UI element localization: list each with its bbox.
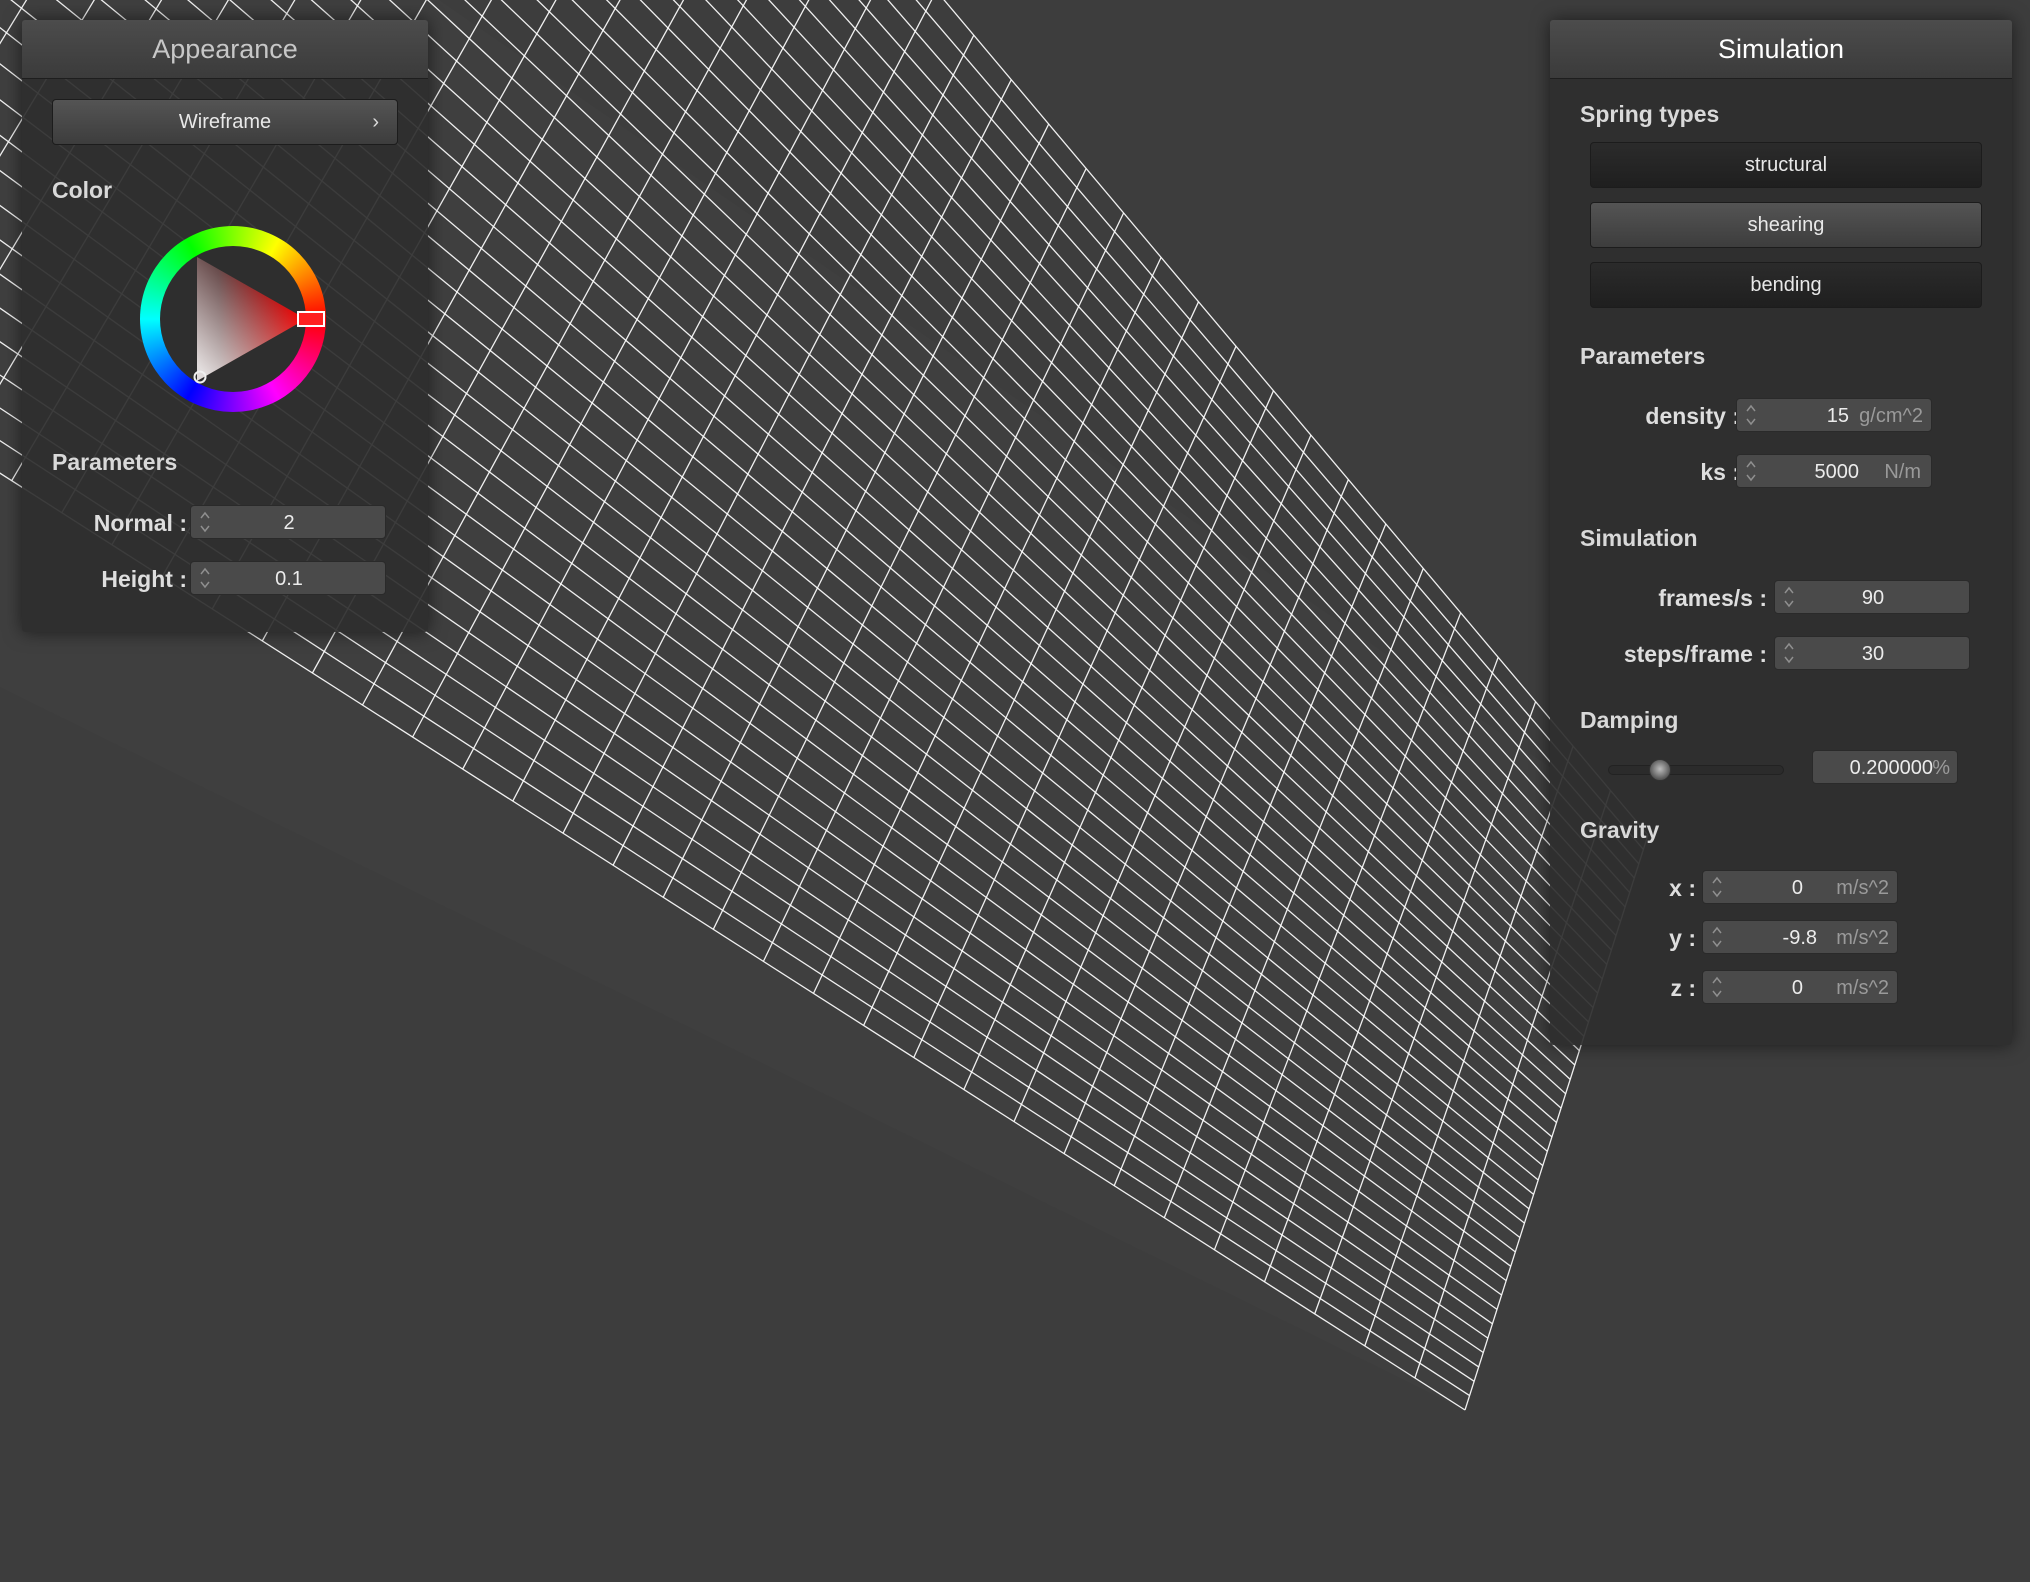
saturation-value-triangle[interactable] <box>140 226 326 412</box>
spinner-arrows-icon <box>1712 926 1722 948</box>
ks-value: 5000 <box>1814 461 1860 483</box>
damping-label: Damping <box>1580 707 1679 733</box>
shearing-toggle[interactable]: shearing <box>1590 202 1982 248</box>
structural-toggle[interactable]: structural <box>1590 142 1982 188</box>
color-wheel-picker[interactable] <box>140 226 326 412</box>
appearance-title: Appearance <box>22 20 428 79</box>
chevron-right-icon: › <box>372 111 379 133</box>
normal-spinbox[interactable]: 2 <box>190 505 386 539</box>
height-label: Height : <box>101 566 187 592</box>
structural-label: structural <box>1744 154 1828 176</box>
density-unit: g/cm^2 <box>1859 405 1923 427</box>
density-spinbox[interactable]: 15 g/cm^2 <box>1736 398 1932 432</box>
spring-types-label: Spring types <box>1580 101 1720 127</box>
gravity-z-spinbox[interactable]: 0 m/s^2 <box>1702 970 1898 1004</box>
spinner-arrows-icon <box>1712 976 1722 998</box>
render-mode-button[interactable]: Wireframe › <box>52 99 398 145</box>
appearance-parameters-label: Parameters <box>52 449 178 475</box>
fps-value: 90 <box>1861 587 1885 609</box>
ks-spinbox[interactable]: 5000 N/m <box>1736 454 1932 488</box>
sim-parameters-label: Parameters <box>1580 343 1706 369</box>
spinner-arrows-icon <box>1712 876 1722 898</box>
damping-slider-handle[interactable] <box>1648 759 1671 781</box>
color-section-label: Color <box>52 177 113 203</box>
bending-label: bending <box>1750 274 1822 296</box>
simulation-title: Simulation <box>1550 20 2012 79</box>
ks-label: ks : <box>1700 459 1740 485</box>
hue-selector-handle[interactable] <box>297 311 325 327</box>
damping-slider-track[interactable] <box>1608 765 1784 775</box>
spinner-arrows-icon <box>1746 460 1756 482</box>
steps-spinbox[interactable]: 30 <box>1774 636 1970 670</box>
fps-spinbox[interactable]: 90 <box>1774 580 1970 614</box>
damping-value: 0.200000 <box>1849 757 1933 779</box>
gravity-y-value: -9.8 <box>1782 927 1817 949</box>
density-value: 15 <box>1826 405 1849 427</box>
normal-label: Normal : <box>93 510 187 536</box>
gravity-y-spinbox[interactable]: -9.8 m/s^2 <box>1702 920 1898 954</box>
gravity-z-label: z : <box>1670 975 1696 1001</box>
gravity-x-value: 0 <box>1791 877 1803 899</box>
gravity-z-value: 0 <box>1791 977 1803 999</box>
simulation-section-label: Simulation <box>1580 525 1698 551</box>
appearance-panel: Appearance Wireframe › Color Parameters … <box>22 20 428 632</box>
fps-label: frames/s : <box>1658 585 1767 611</box>
gravity-y-label: y : <box>1669 925 1696 951</box>
steps-value: 30 <box>1861 643 1885 665</box>
ks-unit: N/m <box>1884 461 1921 483</box>
shearing-label: shearing <box>1747 214 1825 236</box>
gravity-z-unit: m/s^2 <box>1836 977 1889 999</box>
normal-value: 2 <box>283 512 295 534</box>
gravity-label: Gravity <box>1580 817 1660 843</box>
density-label: density : <box>1645 403 1740 429</box>
damping-unit: % <box>1932 757 1950 779</box>
spinner-arrows-icon <box>1746 404 1756 426</box>
damping-value-box[interactable]: 0.200000 % <box>1812 750 1958 784</box>
gravity-x-unit: m/s^2 <box>1836 877 1889 899</box>
gravity-x-label: x : <box>1669 875 1696 901</box>
gravity-y-unit: m/s^2 <box>1836 927 1889 949</box>
gravity-x-spinbox[interactable]: 0 m/s^2 <box>1702 870 1898 904</box>
render-mode-label: Wireframe <box>178 111 272 133</box>
simulation-panel: Simulation Spring types structural shear… <box>1550 20 2012 1045</box>
height-value: 0.1 <box>275 568 303 590</box>
height-spinbox[interactable]: 0.1 <box>190 561 386 595</box>
steps-label: steps/frame : <box>1623 641 1767 667</box>
bending-toggle[interactable]: bending <box>1590 262 1982 308</box>
